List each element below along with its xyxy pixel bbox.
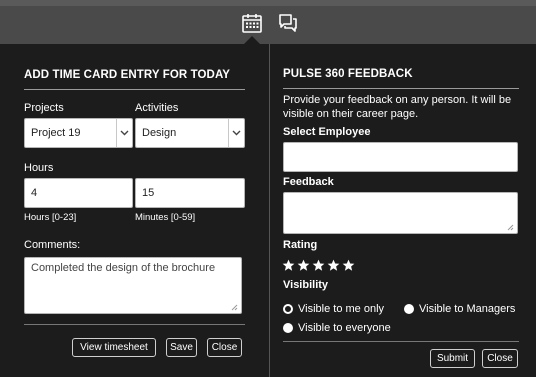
- visibility-option-label: Visible to me only: [298, 303, 385, 315]
- star-icon[interactable]: [327, 259, 340, 272]
- hours-hint: Hours [0-23]: [24, 212, 77, 223]
- star-icon[interactable]: [297, 259, 310, 272]
- visibility-radio-me-only[interactable]: Visible to me only: [283, 303, 384, 315]
- hours-input[interactable]: 4: [24, 178, 133, 208]
- chevron-down-icon: [228, 119, 244, 147]
- select-employee-label: Select Employee: [283, 126, 371, 138]
- resize-handle-icon[interactable]: [231, 304, 238, 311]
- hours-input-value: 4: [31, 187, 38, 199]
- star-icon[interactable]: [282, 259, 295, 272]
- radio-selected-icon: [283, 304, 293, 314]
- projects-select[interactable]: Project 19: [24, 118, 133, 148]
- projects-label: Projects: [24, 102, 64, 114]
- feedback-title: PULSE 360 FEEDBACK: [283, 68, 413, 80]
- activities-label: Activities: [135, 102, 179, 114]
- star-icon[interactable]: [342, 259, 355, 272]
- radio-unselected-icon: [283, 323, 293, 333]
- top-toolbar: [0, 0, 536, 44]
- submit-button[interactable]: Submit: [430, 349, 475, 368]
- visibility-radio-managers[interactable]: Visible to Managers: [404, 303, 515, 315]
- comments-label: Comments:: [24, 239, 81, 251]
- footer-divider: [24, 324, 245, 325]
- comments-value: Completed the design of the brochure: [31, 262, 216, 274]
- active-tab-caret: [244, 36, 260, 44]
- star-icon[interactable]: [312, 259, 325, 272]
- feedback-label: Feedback: [283, 176, 334, 188]
- visibility-radio-everyone[interactable]: Visible to everyone: [283, 322, 391, 334]
- save-button[interactable]: Save: [166, 338, 197, 357]
- select-employee-input[interactable]: [283, 142, 518, 172]
- time-card-title: ADD TIME CARD ENTRY FOR TODAY: [24, 69, 231, 81]
- top-strip: [0, 0, 536, 6]
- rating-stars[interactable]: [282, 259, 355, 272]
- title-divider: [24, 89, 245, 90]
- rating-label: Rating: [283, 239, 318, 251]
- feedback-footer-divider: [283, 341, 519, 342]
- close-feedback-button[interactable]: Close: [482, 349, 518, 368]
- comments-textarea[interactable]: Completed the design of the brochure: [24, 257, 242, 314]
- visibility-option-label: Visible to everyone: [298, 322, 391, 334]
- feedback-description: Provide your feedback on any person. It …: [283, 94, 512, 120]
- activities-select[interactable]: Design: [135, 118, 245, 148]
- feedback-title-divider: [283, 88, 519, 89]
- hours-label: Hours: [24, 162, 54, 174]
- projects-select-value: Project 19: [31, 127, 81, 139]
- visibility-label: Visibility: [283, 279, 329, 291]
- feedback-panel: PULSE 360 FEEDBACK Provide your feedback…: [269, 44, 536, 377]
- feedback-textarea[interactable]: [283, 192, 518, 234]
- radio-unselected-icon: [404, 304, 414, 314]
- minutes-input-value: 15: [142, 187, 155, 199]
- calendar-icon[interactable]: [241, 12, 263, 34]
- minutes-input[interactable]: 15: [135, 178, 245, 208]
- time-card-panel: ADD TIME CARD ENTRY FOR TODAY Projects A…: [0, 44, 268, 377]
- visibility-option-label: Visible to Managers: [419, 303, 516, 315]
- resize-handle-icon[interactable]: [507, 224, 514, 231]
- view-timesheet-button[interactable]: View timesheet: [72, 338, 156, 357]
- chevron-down-icon: [116, 119, 132, 147]
- chat-bubbles-icon[interactable]: [277, 12, 299, 34]
- activities-select-value: Design: [142, 127, 177, 139]
- close-time-card-button[interactable]: Close: [207, 338, 242, 357]
- minutes-hint: Minutes [0-59]: [135, 212, 196, 223]
